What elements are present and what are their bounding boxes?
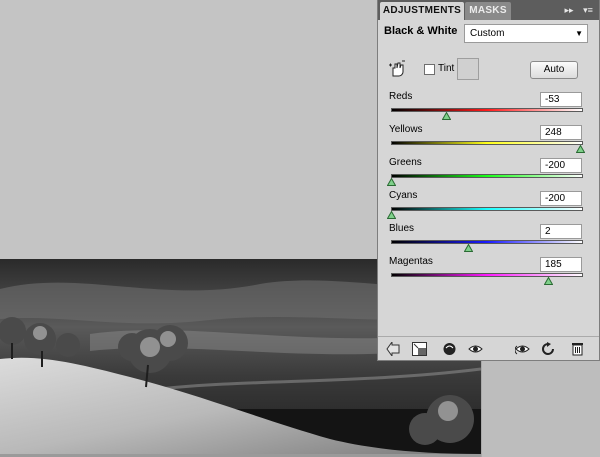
magentas-slider-row: Magentas 185	[378, 256, 599, 289]
chevron-down-icon: ▼	[575, 29, 583, 38]
blues-slider-thumb[interactable]	[463, 244, 473, 252]
tab-masks[interactable]: MASKS	[465, 2, 511, 20]
adjustment-title: Black & White	[384, 25, 458, 37]
blues-label: Blues	[389, 223, 415, 234]
cyans-slider-thumb[interactable]	[387, 211, 396, 219]
canvas-gutter	[481, 351, 600, 457]
expand-view-icon[interactable]	[412, 342, 427, 356]
blues-slider-row: Blues 2	[378, 223, 599, 256]
yellows-value-field[interactable]: 248	[540, 125, 582, 140]
blues-slider-track[interactable]	[391, 240, 583, 244]
cyans-slider-track[interactable]	[391, 207, 583, 211]
yellows-slider-row: Yellows 248	[378, 124, 599, 157]
cyans-value-field[interactable]: -200	[540, 191, 582, 206]
magentas-value-field[interactable]: 185	[540, 257, 582, 272]
clip-to-layer-icon[interactable]	[442, 342, 457, 356]
preset-dropdown[interactable]: Custom ▼	[464, 24, 588, 43]
reds-slider-row: Reds -53	[378, 91, 599, 124]
trash-delete-icon[interactable]	[570, 342, 585, 356]
collapse-panel-icon[interactable]: ▸▸	[561, 2, 577, 18]
magentas-label: Magentas	[389, 256, 433, 267]
eye-visibility-icon[interactable]	[468, 342, 483, 356]
tint-label: Tint	[438, 63, 455, 74]
reds-value-field[interactable]: -53	[540, 92, 582, 107]
greens-slider-track[interactable]	[391, 174, 583, 178]
cyans-slider-row: Cyans -200	[378, 190, 599, 223]
reds-slider-thumb[interactable]	[442, 112, 452, 120]
greens-value-field[interactable]: -200	[540, 158, 582, 173]
panel-menu-icon[interactable]: ▾≡	[580, 2, 596, 18]
reds-slider-track[interactable]	[391, 108, 583, 112]
cyans-label: Cyans	[389, 190, 418, 201]
targeted-adjustment-hand-icon[interactable]	[388, 60, 406, 78]
greens-label: Greens	[389, 157, 422, 168]
tint-color-swatch[interactable]	[457, 58, 479, 80]
yellows-slider-thumb[interactable]	[575, 145, 585, 153]
blues-value-field[interactable]: 2	[540, 224, 582, 239]
tab-adjustments[interactable]: ADJUSTMENTS	[380, 2, 464, 20]
yellows-slider-track[interactable]	[391, 141, 583, 145]
preset-selected-value: Custom	[470, 28, 505, 39]
auto-button[interactable]: Auto	[530, 61, 578, 79]
reset-icon[interactable]	[541, 342, 556, 356]
greens-slider-thumb[interactable]	[387, 178, 396, 186]
reds-label: Reds	[389, 91, 413, 102]
panel-tab-bar: ADJUSTMENTS MASKS ▸▸ ▾≡	[378, 0, 599, 20]
magentas-slider-track[interactable]	[391, 273, 583, 277]
greens-slider-row: Greens -200	[378, 157, 599, 190]
tint-checkbox[interactable]	[424, 64, 435, 75]
yellows-label: Yellows	[389, 124, 423, 135]
adjustments-panel: ADJUSTMENTS MASKS ▸▸ ▾≡ Black & White Cu…	[377, 0, 600, 361]
magentas-slider-thumb[interactable]	[544, 277, 554, 285]
return-to-list-icon[interactable]	[386, 342, 401, 356]
view-previous-state-icon[interactable]	[515, 342, 530, 356]
panel-footer	[378, 336, 599, 360]
